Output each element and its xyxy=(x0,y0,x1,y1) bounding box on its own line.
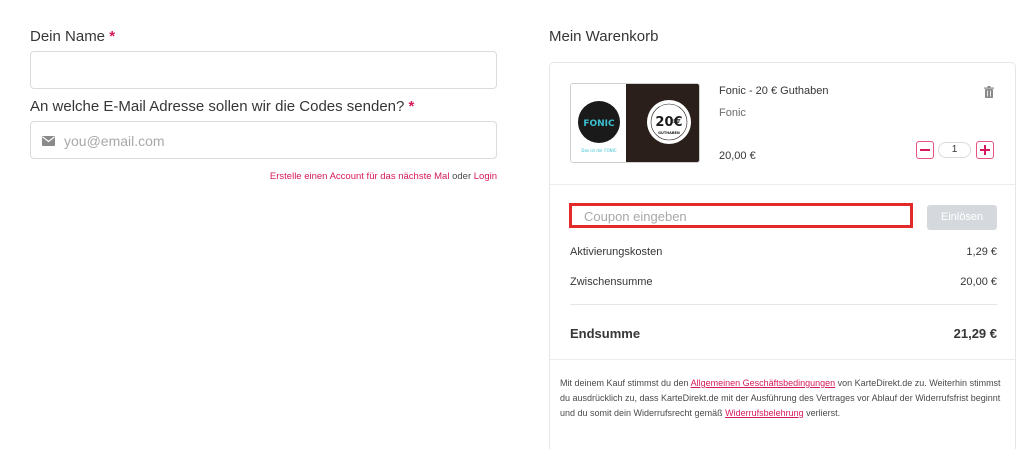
increase-quantity-button[interactable] xyxy=(976,141,994,159)
create-account-link[interactable]: Erstelle einen Account für das nächste M… xyxy=(270,171,450,182)
quantity-value[interactable]: 1 xyxy=(938,142,971,158)
product-name: Fonic - 20 € Guthaben xyxy=(719,85,829,97)
coupon-placeholder: Coupon eingeben xyxy=(584,209,687,224)
legal-notice: Mit deinem Kauf stimmst du den Allgemein… xyxy=(560,376,1010,421)
activation-cost-row: Aktivierungskosten 1,29 € xyxy=(570,246,997,258)
divider xyxy=(570,304,997,305)
login-link[interactable]: Login xyxy=(474,171,497,182)
activation-label: Aktivierungskosten xyxy=(570,246,663,258)
fonic-tagline: Das ist der FONIC xyxy=(581,148,616,153)
activation-value: 1,29 € xyxy=(966,246,997,258)
fonic-card-graphic: FONIC Das ist der FONIC 20€ GUTHABEN xyxy=(571,84,699,162)
product-brand: Fonic xyxy=(719,107,746,119)
plus-icon xyxy=(980,145,990,155)
subtotal-value: 20,00 € xyxy=(960,276,997,288)
required-mark: * xyxy=(408,98,415,115)
coupon-input[interactable]: Coupon eingeben xyxy=(569,203,913,228)
email-label: An welche E-Mail Adresse sollen wir die … xyxy=(30,98,414,115)
total-row: Endsumme 21,29 € xyxy=(570,326,997,341)
name-label: Dein Name * xyxy=(30,28,115,45)
name-input[interactable] xyxy=(30,51,497,89)
email-input[interactable]: you@email.com xyxy=(30,121,497,159)
total-value: 21,29 € xyxy=(953,326,997,341)
cart-title: Mein Warenkorb xyxy=(549,28,659,45)
legal-text-1: Mit deinem Kauf stimmst du den xyxy=(560,378,691,388)
card-value-text: 20€ xyxy=(655,115,682,130)
email-placeholder: you@email.com xyxy=(64,133,165,149)
total-label: Endsumme xyxy=(570,326,641,341)
trash-icon[interactable] xyxy=(984,86,994,98)
subtotal-label: Zwischensumme xyxy=(570,276,653,288)
agb-link[interactable]: Allgemeinen Geschäftsbedingungen xyxy=(691,378,836,388)
decrease-quantity-button[interactable] xyxy=(916,141,934,159)
divider xyxy=(550,184,1015,185)
subtotal-row: Zwischensumme 20,00 € xyxy=(570,276,997,288)
widerruf-link[interactable]: Widerrufsbelehrung xyxy=(725,408,804,418)
required-mark: * xyxy=(109,28,116,45)
legal-text-3: verlierst. xyxy=(803,408,841,418)
name-label-text: Dein Name xyxy=(30,28,106,45)
email-label-text: An welche E-Mail Adresse sollen wir die … xyxy=(30,98,405,115)
account-hint: Erstelle einen Account für das nächste M… xyxy=(270,171,497,182)
product-price: 20,00 € xyxy=(719,150,756,162)
card-sub-text: GUTHABEN xyxy=(658,131,680,135)
product-image: FONIC Das ist der FONIC 20€ GUTHABEN xyxy=(570,83,700,163)
fonic-logo-text: FONIC xyxy=(583,119,615,129)
envelope-icon xyxy=(42,136,55,146)
or-text: oder xyxy=(452,171,472,182)
redeem-coupon-button[interactable]: Einlösen xyxy=(927,205,997,230)
cart-card: FONIC Das ist der FONIC 20€ GUTHABEN Fon… xyxy=(549,62,1016,449)
minus-icon xyxy=(920,149,930,151)
divider xyxy=(550,359,1015,360)
